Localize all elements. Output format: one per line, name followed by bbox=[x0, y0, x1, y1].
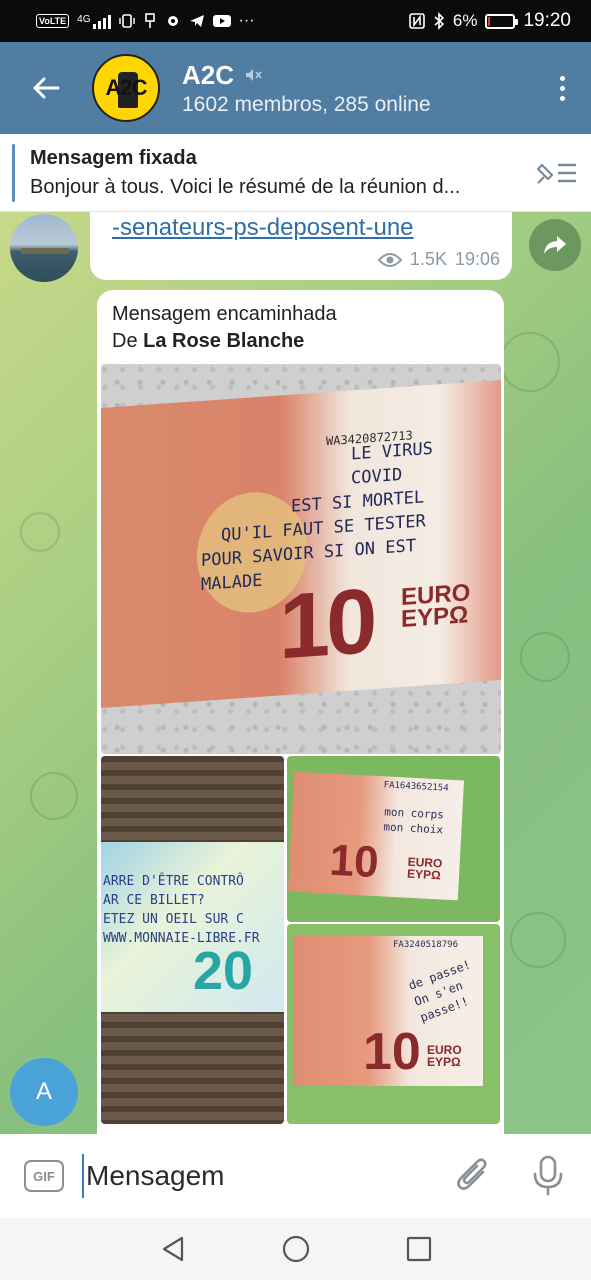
share-button[interactable] bbox=[529, 219, 581, 271]
forwarded-from-name: La Rose Blanche bbox=[143, 330, 305, 352]
view-count: 1.5K bbox=[409, 249, 447, 269]
currency-label: EURO EYPΩ bbox=[406, 855, 443, 883]
chat-subtitle: 1602 membros, 285 online bbox=[182, 92, 431, 116]
sender-avatar[interactable] bbox=[10, 214, 78, 282]
handwritten-text: ARRE D'ÊTRE CONTRÔ AR CE BILLET? ETEZ UN… bbox=[103, 872, 283, 948]
eye-icon bbox=[377, 252, 402, 267]
banknote-10: FA3240518796 de passe! On s'en passe!! 1… bbox=[293, 936, 483, 1086]
gif-button[interactable]: GIF bbox=[24, 1160, 64, 1192]
arrow-left-icon bbox=[33, 77, 60, 99]
clock: 19:20 bbox=[523, 10, 571, 31]
photo-bottom-left[interactable]: ARRE D'ÊTRE CONTRÔ AR CE BILLET? ETEZ UN… bbox=[101, 756, 284, 1124]
hand-line-3: ETEZ UN OEIL SUR C bbox=[103, 912, 244, 927]
status-right: 6% 19:20 bbox=[409, 10, 571, 32]
more-notifications-icon: ··· bbox=[238, 12, 255, 29]
youtube-icon bbox=[212, 15, 231, 27]
status-bar: VoLTE 4G ··· 6% 19:20 bbox=[0, 0, 591, 42]
signal-icon bbox=[92, 13, 111, 29]
chat-header: A2C A2C 1602 membros, 285 online bbox=[0, 42, 591, 134]
message-input-bar: GIF bbox=[0, 1134, 591, 1218]
attach-button[interactable] bbox=[455, 1156, 491, 1199]
forwarded-from-prefix: De bbox=[112, 330, 144, 352]
photo-main[interactable]: WA3420872713 LE VIRUS COVID EST SI MORTE… bbox=[101, 364, 501, 754]
hand-line-1: ARRE D'ÊTRE CONTRÔ bbox=[103, 874, 244, 889]
forwarded-from[interactable]: De La Rose Blanche bbox=[112, 330, 304, 353]
system-nav-bar bbox=[0, 1218, 591, 1280]
usb-icon bbox=[144, 13, 155, 28]
currency-line-2: EYPΩ bbox=[427, 1055, 461, 1069]
pinned-message-bar[interactable]: Mensagem fixada Bonjour à tous. Voici le… bbox=[0, 134, 591, 212]
battery-percent: 6% bbox=[452, 11, 478, 30]
pinned-text: Bonjour à tous. Voici le résumé de la ré… bbox=[30, 175, 461, 198]
header-texts[interactable]: A2C 1602 membros, 285 online bbox=[182, 60, 533, 117]
handwritten-text: mon corps mon choix bbox=[383, 804, 444, 837]
denomination: 10 bbox=[328, 835, 380, 888]
nav-home-icon[interactable] bbox=[282, 1235, 310, 1263]
banknote-10: FA1643652154 mon corps mon choix 10 EURO… bbox=[287, 771, 465, 901]
photo-bottom-right[interactable]: FA3240518796 de passe! On s'en passe!! 1… bbox=[287, 924, 500, 1124]
hand-line-2: AR CE BILLET? bbox=[103, 893, 205, 908]
network-type: 4G bbox=[77, 14, 91, 25]
battery-icon bbox=[485, 13, 519, 29]
mic-button[interactable] bbox=[530, 1154, 566, 1201]
handwritten-text: de passe! On s'en passe!! bbox=[406, 956, 485, 1026]
message-link[interactable]: -senateurs-ps-deposent-une bbox=[112, 214, 414, 242]
banknote-serial: FA3240518796 bbox=[393, 940, 459, 950]
unpin-list-icon bbox=[536, 163, 576, 184]
forwarded-label: Mensagem encaminhada bbox=[112, 303, 337, 325]
nfc-icon bbox=[409, 13, 425, 29]
mute-icon bbox=[246, 69, 262, 81]
denomination: 10 bbox=[279, 569, 374, 679]
currency-line-2: EYPΩ bbox=[406, 866, 442, 883]
pinned-indicator bbox=[12, 144, 15, 202]
group-avatar-text: A2C bbox=[105, 75, 147, 100]
pinned-title: Mensagem fixada bbox=[30, 146, 197, 169]
banknote-20: ARRE D'ÊTRE CONTRÔ AR CE BILLET? ETEZ UN… bbox=[101, 842, 284, 1012]
vibrate-icon bbox=[118, 14, 135, 28]
currency-label: EURO EYPΩ bbox=[401, 579, 470, 634]
nav-back-icon[interactable] bbox=[160, 1235, 186, 1263]
forwarded-message-bubble[interactable]: Mensagem encaminhada De La Rose Blanche … bbox=[97, 290, 504, 1134]
denomination: 10 bbox=[363, 1023, 421, 1081]
banknote-10: WA3420872713 LE VIRUS COVID EST SI MORTE… bbox=[101, 380, 501, 708]
settings-icon bbox=[167, 16, 178, 26]
unpin-button[interactable] bbox=[521, 134, 591, 212]
telegram-icon bbox=[189, 15, 204, 27]
back-button[interactable] bbox=[0, 42, 92, 134]
message-bubble[interactable]: -senateurs-ps-deposent-une 1.5K 19:06 bbox=[90, 212, 512, 280]
denomination: 20 bbox=[193, 941, 254, 1001]
banknote-serial: FA1643652154 bbox=[383, 780, 449, 794]
chat-title: A2C bbox=[182, 59, 235, 90]
hand-line-2: mon choix bbox=[383, 820, 444, 837]
volte-badge: VoLTE bbox=[36, 14, 70, 28]
menu-button[interactable] bbox=[533, 42, 591, 134]
user-avatar[interactable]: A bbox=[10, 1058, 78, 1126]
share-arrow-icon bbox=[544, 236, 566, 254]
status-left: VoLTE 4G ··· bbox=[36, 12, 255, 30]
group-avatar[interactable]: A2C bbox=[92, 54, 160, 122]
paperclip-icon bbox=[457, 1158, 487, 1190]
nav-recents-icon[interactable] bbox=[406, 1236, 432, 1262]
message-input[interactable] bbox=[82, 1154, 432, 1198]
message-time: 19:06 bbox=[454, 249, 500, 269]
message-meta: 1.5K 19:06 bbox=[377, 249, 500, 270]
photo-top-right[interactable]: FA1643652154 mon corps mon choix 10 EURO… bbox=[287, 756, 500, 922]
battery-fill bbox=[488, 16, 491, 26]
mic-icon bbox=[533, 1155, 563, 1196]
currency-label: EURO EYPΩ bbox=[427, 1044, 462, 1068]
currency-line-2: EYPΩ bbox=[401, 601, 469, 634]
chat-area[interactable]: -senateurs-ps-deposent-une 1.5K 19:06 Me… bbox=[0, 212, 591, 1134]
more-vert-icon bbox=[559, 73, 565, 103]
bluetooth-icon bbox=[434, 12, 445, 30]
